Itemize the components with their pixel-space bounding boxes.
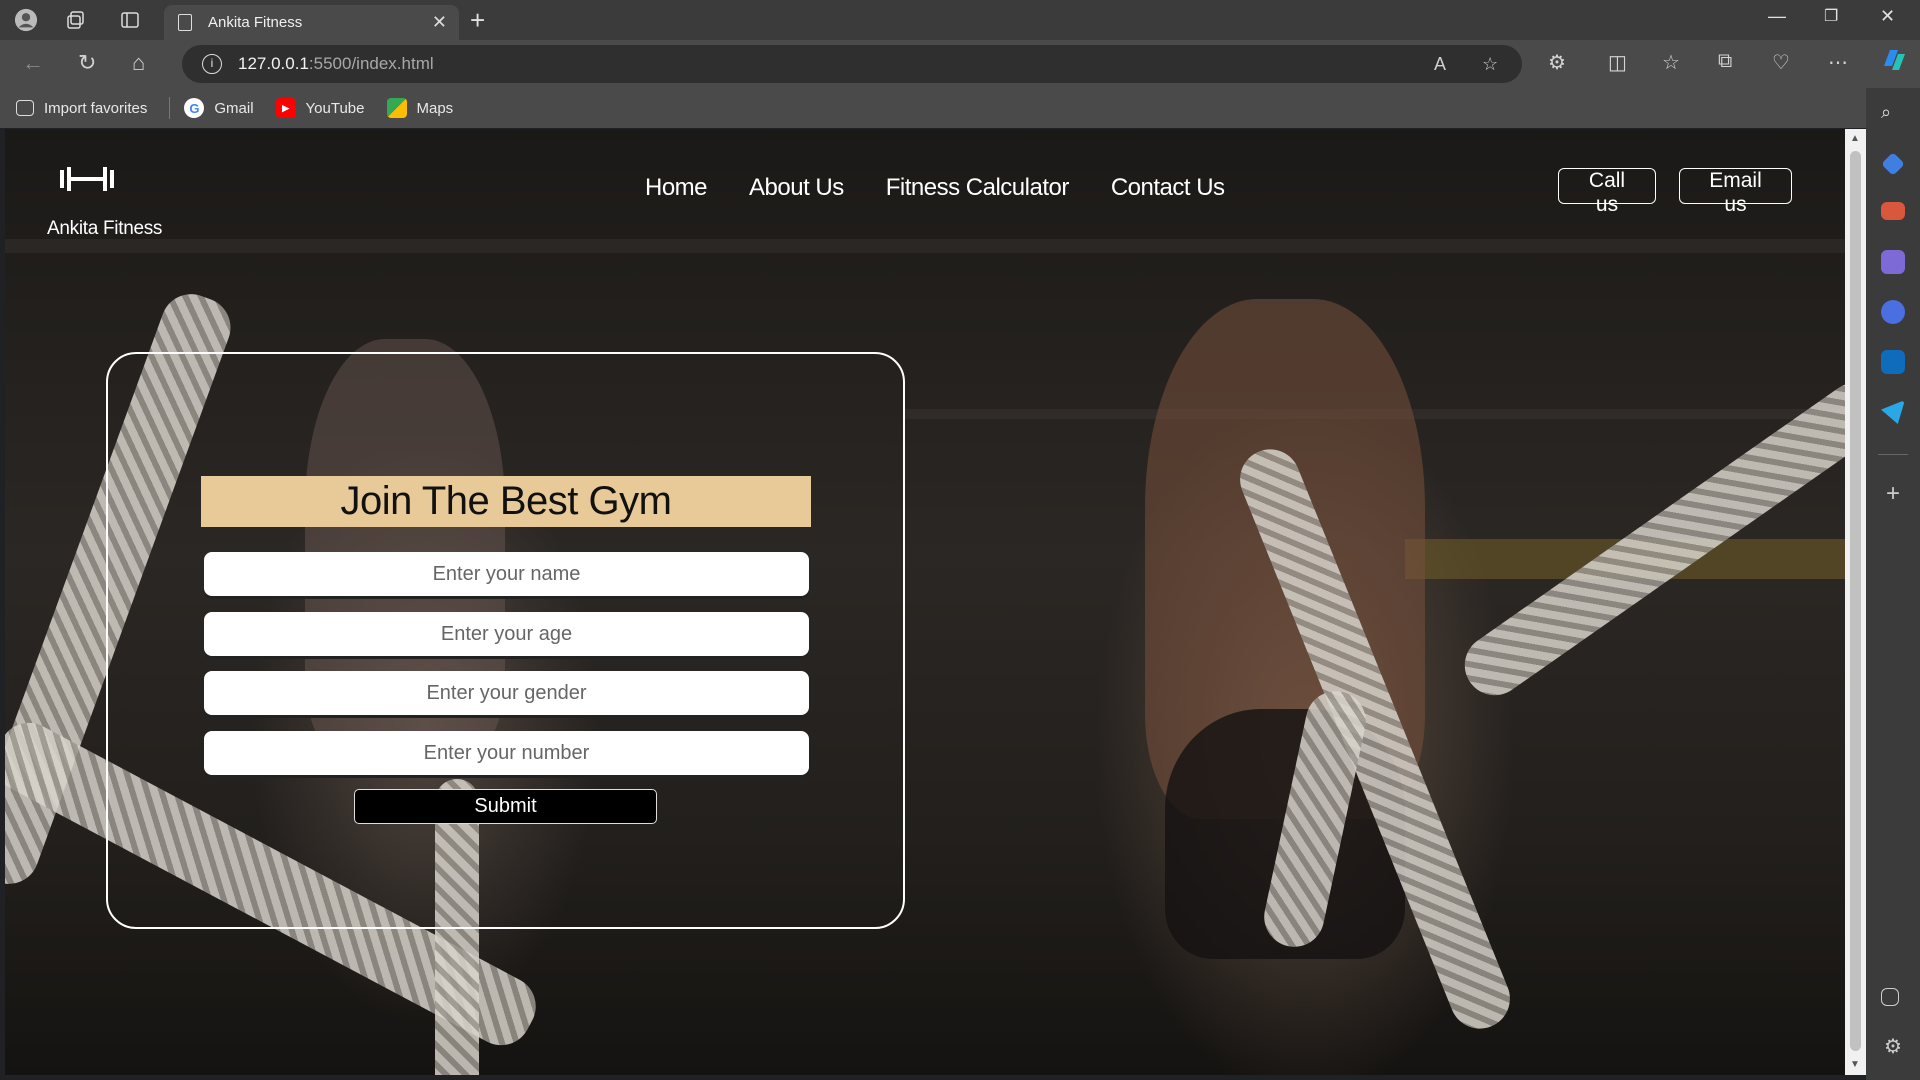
google-icon: G — [184, 98, 205, 118]
split-screen-icon[interactable]: ◫ — [1608, 50, 1627, 75]
hide-sidebar-icon[interactable] — [1881, 988, 1899, 1006]
tab-title: Ankita Fitness — [208, 14, 303, 31]
restore-icon[interactable]: ❐ — [1824, 6, 1838, 26]
favorite-label: Gmail — [214, 99, 254, 117]
active-tab[interactable]: Ankita Fitness ✕ — [164, 5, 459, 40]
page-scrollbar[interactable]: ▲ ▼ — [1845, 129, 1866, 1075]
copilot-app-icon[interactable] — [1881, 300, 1905, 324]
submit-button[interactable]: Submit — [354, 789, 657, 824]
shopping-tag-icon[interactable] — [1881, 152, 1905, 176]
copilot-icon[interactable] — [1880, 46, 1908, 80]
address-toolbar: ← ↻ ⌂ i 127.0.0.1:5500/index.html A ☆ — [0, 40, 1920, 88]
workspaces-icon[interactable] — [64, 8, 88, 32]
collections-icon[interactable]: ⧉ — [1718, 50, 1732, 73]
scroll-up-icon[interactable]: ▲ — [1850, 133, 1860, 144]
back-icon[interactable]: ← — [22, 50, 44, 76]
favorite-label: Maps — [416, 99, 454, 117]
maps-icon — [386, 98, 407, 118]
site-info-icon[interactable]: i — [202, 54, 222, 74]
send-icon[interactable] — [1881, 400, 1905, 424]
email-us-button[interactable]: Email us — [1679, 168, 1792, 216]
rail-divider — [1878, 454, 1908, 455]
close-tab-icon[interactable]: ✕ — [432, 12, 447, 33]
outlook-icon[interactable] — [1881, 350, 1905, 374]
settings-icon[interactable]: ⚙ — [1881, 1034, 1905, 1058]
sidebar-rail: ⌕ + ⚙ — [1866, 88, 1920, 1080]
dumbbell-logo-icon[interactable] — [58, 164, 116, 194]
read-aloud-icon[interactable]: A — [1434, 54, 1446, 75]
main-nav: Home About Us Fitness Calculator Contact… — [645, 174, 1225, 202]
favorites-icon[interactable]: ☆ — [1662, 50, 1680, 75]
favorite-label: YouTube — [305, 99, 365, 117]
favorite-label: Import favorites — [44, 99, 148, 117]
number-input[interactable] — [204, 731, 809, 775]
call-us-button[interactable]: Call us — [1558, 168, 1656, 216]
browser-essentials-icon[interactable]: ♡ — [1772, 50, 1790, 75]
search-icon[interactable]: ⌕ — [1881, 102, 1905, 126]
favorite-star-icon[interactable]: ☆ — [1482, 54, 1498, 75]
browser-tab-bar: Ankita Fitness ✕ + — ❐ ✕ — [0, 0, 1920, 40]
gender-input[interactable] — [204, 671, 809, 715]
name-input[interactable] — [204, 552, 809, 596]
favorites-bar: Import favorites G Gmail ▶ YouTube Maps — [0, 88, 1920, 128]
home-icon[interactable]: ⌂ — [132, 50, 145, 76]
close-window-icon[interactable]: ✕ — [1880, 6, 1895, 27]
profile-icon[interactable] — [14, 8, 38, 32]
games-icon[interactable] — [1881, 250, 1905, 274]
nav-home[interactable]: Home — [645, 174, 708, 202]
add-app-icon[interactable]: + — [1881, 480, 1905, 507]
url-path: :5500/index.html — [308, 54, 434, 73]
page-icon — [178, 14, 192, 31]
page-viewport: Ankita Fitness Home About Us Fitness Cal… — [5, 129, 1845, 1075]
favorite-maps[interactable]: Maps — [386, 98, 454, 118]
more-menu-icon[interactable]: ⋯ — [1828, 50, 1848, 75]
refresh-icon[interactable]: ↻ — [78, 50, 96, 76]
minimize-icon[interactable]: — — [1768, 6, 1786, 27]
tools-icon[interactable] — [1881, 202, 1905, 220]
scrollbar-thumb[interactable] — [1850, 151, 1861, 1051]
scroll-down-icon[interactable]: ▼ — [1850, 1059, 1860, 1070]
nav-contact-us[interactable]: Contact Us — [1111, 174, 1225, 202]
nav-about-us[interactable]: About Us — [749, 174, 844, 202]
url-host: 127.0.0.1 — [238, 54, 309, 73]
tab-actions-icon[interactable] — [118, 8, 142, 32]
address-bar[interactable]: i 127.0.0.1:5500/index.html A ☆ — [182, 45, 1522, 83]
nav-fitness-calculator[interactable]: Fitness Calculator — [886, 174, 1070, 202]
extensions-icon[interactable]: ⚙ — [1548, 50, 1566, 75]
age-input[interactable] — [204, 612, 809, 656]
favorite-youtube[interactable]: ▶ YouTube — [275, 98, 365, 118]
brand-name: Ankita Fitness — [47, 218, 163, 239]
youtube-icon: ▶ — [275, 98, 296, 118]
form-title: Join The Best Gym — [201, 476, 811, 527]
new-tab-button[interactable]: + — [470, 5, 485, 36]
divider — [169, 97, 171, 119]
favorite-import[interactable]: Import favorites — [16, 100, 147, 117]
import-icon — [16, 100, 34, 116]
favorite-gmail[interactable]: G Gmail — [184, 98, 254, 118]
